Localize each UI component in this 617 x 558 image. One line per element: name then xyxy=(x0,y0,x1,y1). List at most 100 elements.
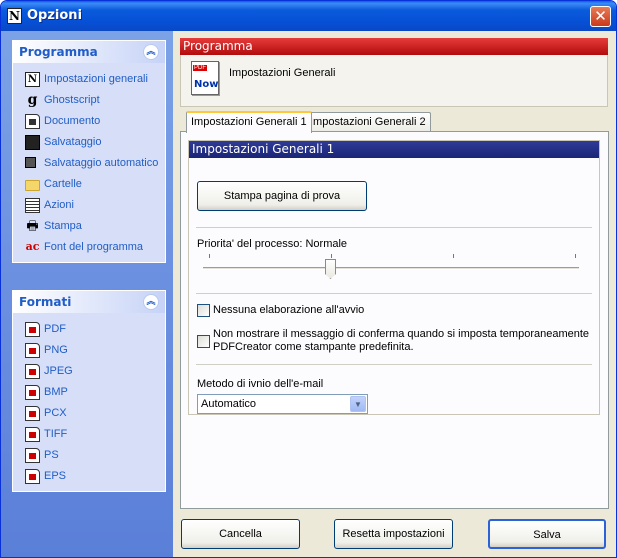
nav-item-bmp[interactable]: BMP xyxy=(13,382,165,403)
document-icon xyxy=(25,114,40,129)
email-method-label: Metodo di ivnio dell'e-mail xyxy=(197,378,324,390)
general-settings-group: Impostazioni Generali 1 Stampa pagina di… xyxy=(188,140,600,415)
collapse-up-icon[interactable]: ︽ xyxy=(143,294,159,310)
nav-item-eps[interactable]: EPS xyxy=(13,466,165,487)
window-title: Opzioni xyxy=(27,8,83,23)
slider-tick xyxy=(575,254,576,258)
ghostscript-icon: g xyxy=(27,92,38,108)
tab-impostazioni-generali-2[interactable]: Impostazioni Generali 2 xyxy=(305,112,431,132)
formati-panel: Formati ︽ PDF PNG JPEG BMP PCX TIFF PS E… xyxy=(12,290,166,492)
no-processing-at-startup-label: Nessuna elaborazione all'avvio xyxy=(213,304,365,316)
close-button[interactable]: ✕ xyxy=(590,6,611,27)
nav-item-label: Cartelle xyxy=(44,178,82,190)
tiff-file-icon xyxy=(25,427,40,442)
nav-item-label: Documento xyxy=(44,115,101,127)
chevron-down-icon[interactable]: ▼ xyxy=(350,396,366,412)
nav-item-impostazioni-generali[interactable]: N Impostazioni generali xyxy=(13,69,165,90)
separator xyxy=(196,227,592,228)
nav-item-label: PDF xyxy=(44,323,66,335)
slider-tick xyxy=(453,254,454,258)
tab-page: Impostazioni Generali 1 Stampa pagina di… xyxy=(180,131,609,509)
nav-item-documento[interactable]: Documento xyxy=(13,111,165,132)
nav-item-label: PCX xyxy=(44,407,67,419)
formati-panel-header[interactable]: Formati ︽ xyxy=(13,291,165,313)
print-test-page-button[interactable]: Stampa pagina di prova xyxy=(197,181,367,211)
hide-default-printer-message-label-1: Non mostrare il messaggio di conferma qu… xyxy=(213,328,590,340)
hide-default-printer-message-label-2: PDFCreator come stampante predefinita. xyxy=(213,341,414,353)
nav-item-label: Salvataggio automatico xyxy=(44,157,159,169)
pdf-file-icon xyxy=(25,322,40,337)
programma-panel-title: Programma xyxy=(19,45,98,59)
nav-item-salvataggio[interactable]: Salvataggio xyxy=(13,132,165,153)
nav-item-cartelle[interactable]: Cartelle xyxy=(13,174,165,195)
programma-panel-header[interactable]: Programma ︽ xyxy=(13,41,165,63)
email-method-select[interactable]: Automatico ▼ xyxy=(197,394,368,414)
section-header: Programma xyxy=(180,38,608,55)
auto-save-icon xyxy=(25,157,36,168)
separator xyxy=(196,293,592,294)
hide-default-printer-message-checkbox[interactable] xyxy=(197,335,210,348)
slider-tick xyxy=(209,254,210,258)
document-n-icon: N xyxy=(25,72,40,87)
pdf-tag: PDF xyxy=(193,65,207,71)
programma-panel: Programma ︽ N Impostazioni generali g Gh… xyxy=(12,40,166,263)
nav-item-label: JPEG xyxy=(44,365,73,377)
collapse-up-icon[interactable]: ︽ xyxy=(143,44,159,60)
app-icon: N xyxy=(7,8,22,24)
nav-item-label: Font del programma xyxy=(44,241,144,253)
folder-icon xyxy=(25,180,40,191)
nav-item-salvataggio-automatico[interactable]: Salvataggio automatico xyxy=(13,153,165,174)
bmp-file-icon xyxy=(25,385,40,400)
printer-icon: 🖶 xyxy=(26,218,39,233)
now-label: Now xyxy=(194,79,219,90)
tab-impostazioni-generali-1[interactable]: Impostazioni Generali 1 xyxy=(186,111,312,133)
nav-item-stampa[interactable]: 🖶 Stampa xyxy=(13,216,165,237)
nav-item-pdf[interactable]: PDF xyxy=(13,319,165,340)
priority-slider-track[interactable] xyxy=(203,267,579,270)
pcx-file-icon xyxy=(25,406,40,421)
group-title: Impostazioni Generali 1 xyxy=(189,141,599,158)
pdf-now-icon: PDF Now xyxy=(191,61,219,95)
nav-item-tiff[interactable]: TIFF xyxy=(13,424,165,445)
png-file-icon xyxy=(25,343,40,358)
nav-item-jpeg[interactable]: JPEG xyxy=(13,361,165,382)
nav-item-label: Impostazioni generali xyxy=(44,73,148,85)
nav-item-label: EPS xyxy=(44,470,67,482)
nav-item-label: PS xyxy=(44,449,59,461)
jpeg-file-icon xyxy=(25,364,40,379)
settings-content: Programma PDF Now Impostazioni Generali … xyxy=(173,31,616,557)
navigation-pane: Programma ︽ N Impostazioni generali g Gh… xyxy=(1,31,173,557)
nav-item-pcx[interactable]: PCX xyxy=(13,403,165,424)
ps-file-icon xyxy=(25,448,40,463)
options-window: N Opzioni ✕ Programma ︽ N Impostazioni g… xyxy=(0,0,617,558)
nav-item-label: Azioni xyxy=(44,199,74,211)
priority-label: Priorita' del processo: Normale xyxy=(197,238,348,250)
nav-item-font-del-programma[interactable]: ac Font del programma xyxy=(13,237,165,258)
save-button[interactable]: Salva xyxy=(488,519,606,549)
nav-item-label: Ghostscript xyxy=(44,94,100,106)
section-subtitle: Impostazioni Generali xyxy=(229,67,336,79)
separator xyxy=(196,364,592,365)
nav-item-label: BMP xyxy=(44,386,68,398)
floppy-disk-icon xyxy=(25,135,40,150)
section-info-strip: PDF Now Impostazioni Generali xyxy=(180,55,608,107)
title-bar[interactable]: N Opzioni ✕ xyxy=(1,1,616,31)
nav-item-label: PNG xyxy=(44,344,68,356)
cancel-button[interactable]: Cancella xyxy=(181,519,300,549)
nav-item-ps[interactable]: PS xyxy=(13,445,165,466)
nav-item-label: TIFF xyxy=(44,428,68,440)
nav-item-azioni[interactable]: Azioni xyxy=(13,195,165,216)
nav-item-png[interactable]: PNG xyxy=(13,340,165,361)
programma-list: N Impostazioni generali g Ghostscript Do… xyxy=(13,63,165,262)
formati-list: PDF PNG JPEG BMP PCX TIFF PS EPS xyxy=(13,313,165,491)
no-processing-at-startup-checkbox[interactable] xyxy=(197,304,210,317)
nav-item-ghostscript[interactable]: g Ghostscript xyxy=(13,90,165,111)
reset-settings-button[interactable]: Resetta impostazioni xyxy=(334,519,453,549)
close-icon: ✕ xyxy=(594,7,607,25)
actions-icon xyxy=(25,198,40,213)
font-icon: ac xyxy=(25,240,40,253)
formati-panel-title: Formati xyxy=(19,295,72,309)
nav-item-label: Stampa xyxy=(44,220,82,232)
priority-slider-thumb[interactable] xyxy=(325,259,336,279)
nav-item-label: Salvataggio xyxy=(44,136,102,148)
